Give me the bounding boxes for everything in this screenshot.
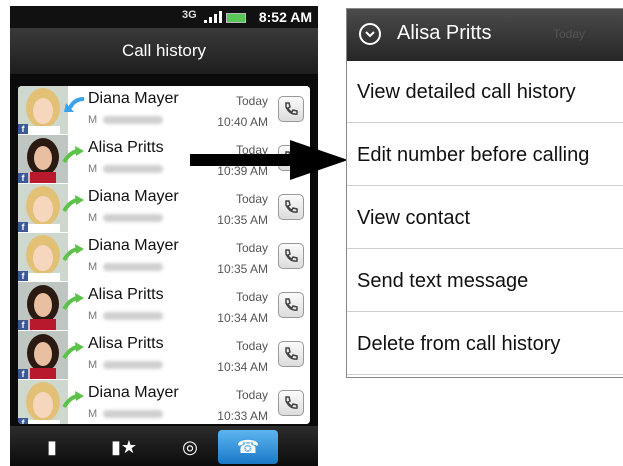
contact-name: Diana Mayer — [88, 237, 179, 254]
contact-name: Diana Mayer — [88, 188, 179, 205]
facebook-icon: f — [18, 320, 28, 330]
contact-photo: f — [18, 331, 68, 379]
menu-item[interactable]: Delete from call history — [347, 313, 623, 375]
blurred-number — [103, 214, 164, 223]
contact-photo: f — [18, 135, 68, 183]
call-day: Today — [235, 388, 268, 402]
call-day: Today — [235, 241, 268, 255]
network-3g-icon: 3G — [182, 9, 197, 21]
phone-number: M — [88, 310, 164, 322]
outgoing-call-icon — [62, 243, 86, 263]
call-time: 10:34 AM — [217, 360, 268, 374]
pointer-arrow-icon — [190, 140, 348, 180]
contact-photo: f — [18, 282, 68, 330]
facebook-icon: f — [18, 369, 28, 379]
status-time: 8:52 AM — [258, 9, 312, 25]
page-title: Call history — [10, 28, 318, 74]
call-back-button[interactable] — [278, 194, 304, 220]
call-list-item[interactable]: f Diana Mayer M Today 10:35 AM — [18, 184, 310, 234]
call-list-item[interactable]: f Alisa Pritts M Today 10:34 AM — [18, 331, 310, 381]
call-list-item[interactable]: f Diana Mayer M Today 10:35 AM — [18, 233, 310, 283]
blurred-number — [103, 410, 164, 419]
call-list-item[interactable]: f Alisa Pritts M Today 10:34 AM — [18, 282, 310, 332]
call-back-button[interactable] — [278, 390, 304, 416]
contact-photo: f — [18, 380, 68, 424]
call-time: 10:35 AM — [217, 262, 268, 276]
call-time: 10:40 AM — [217, 115, 268, 129]
phone-number: M — [88, 212, 164, 224]
call-list-item[interactable]: f Diana Mayer M Today 10:33 AM — [18, 380, 310, 424]
signal-bars-icon — [204, 11, 224, 23]
call-back-button[interactable] — [278, 96, 304, 122]
battery-icon — [226, 13, 246, 23]
call-back-button[interactable] — [278, 341, 304, 367]
incoming-call-icon — [62, 96, 86, 116]
facebook-icon: f — [18, 418, 28, 424]
call-day: Today — [235, 339, 268, 353]
status-bar: 3G 8:52 AM — [10, 6, 318, 28]
facebook-icon: f — [18, 124, 28, 134]
outgoing-call-icon — [62, 292, 86, 312]
phone-screen: 3G 8:52 AM Call history f Diana Mayer M Tod… — [10, 6, 318, 466]
globe-icon[interactable]: ◎ — [160, 430, 220, 464]
call-day: Today — [235, 94, 268, 108]
contact-name: Alisa Pritts — [88, 139, 164, 156]
menu-item[interactable]: View detailed call history — [347, 61, 623, 123]
call-back-button[interactable] — [278, 243, 304, 269]
phone-number: M — [88, 261, 164, 273]
contact-photo: f — [18, 233, 68, 281]
menu-item[interactable]: Send text message — [347, 250, 623, 312]
blurred-number — [103, 312, 164, 321]
blurred-number — [103, 165, 164, 174]
outgoing-call-icon — [62, 145, 86, 165]
chevron-down-circle-icon[interactable] — [359, 23, 381, 45]
call-back-button[interactable] — [278, 292, 304, 318]
call-time: 10:34 AM — [217, 311, 268, 325]
favorite-person-icon[interactable]: ▮★ — [94, 430, 154, 464]
call-history-icon[interactable]: ☎ — [218, 430, 278, 464]
menu-item[interactable]: View contact — [347, 187, 623, 249]
phone-number: M — [88, 163, 164, 175]
phone-number: M — [88, 408, 164, 420]
call-day: Today — [235, 192, 268, 206]
blurred-number — [103, 116, 164, 125]
call-time: 10:33 AM — [217, 409, 268, 423]
menu-header: Alisa Pritts Today — [347, 9, 623, 61]
facebook-icon: f — [18, 271, 28, 281]
call-day: Today — [235, 290, 268, 304]
facebook-icon: f — [18, 173, 28, 183]
facebook-icon: f — [18, 222, 28, 232]
blurred-number — [103, 263, 164, 272]
blurred-number — [103, 361, 164, 370]
contact-name: Diana Mayer — [88, 384, 179, 401]
menu-background-text: Today — [553, 27, 586, 41]
bottom-tab-bar: ▮ ▮★ ◎ ☎ — [10, 426, 318, 466]
person-icon[interactable]: ▮ — [22, 430, 82, 464]
call-time: 10:35 AM — [217, 213, 268, 227]
menu-item[interactable]: Edit number before calling — [347, 124, 623, 186]
contact-photo: f — [18, 86, 68, 134]
contact-photo: f — [18, 184, 68, 232]
phone-number: M — [88, 359, 164, 371]
menu-title: Alisa Pritts — [397, 22, 492, 44]
context-menu: Alisa Pritts Today View detailed call hi… — [346, 8, 623, 378]
outgoing-call-icon — [62, 341, 86, 361]
contact-name: Alisa Pritts — [88, 335, 164, 352]
call-list-item[interactable]: f Diana Mayer M Today 10:40 AM — [18, 86, 310, 136]
call-history-list[interactable]: f Diana Mayer M Today 10:40 AM f Alisa Pritts M… — [18, 86, 310, 424]
phone-number: M — [88, 114, 164, 126]
contact-name: Alisa Pritts — [88, 286, 164, 303]
contact-name: Diana Mayer — [88, 90, 179, 107]
outgoing-call-icon — [62, 194, 86, 214]
outgoing-call-icon — [62, 390, 86, 410]
